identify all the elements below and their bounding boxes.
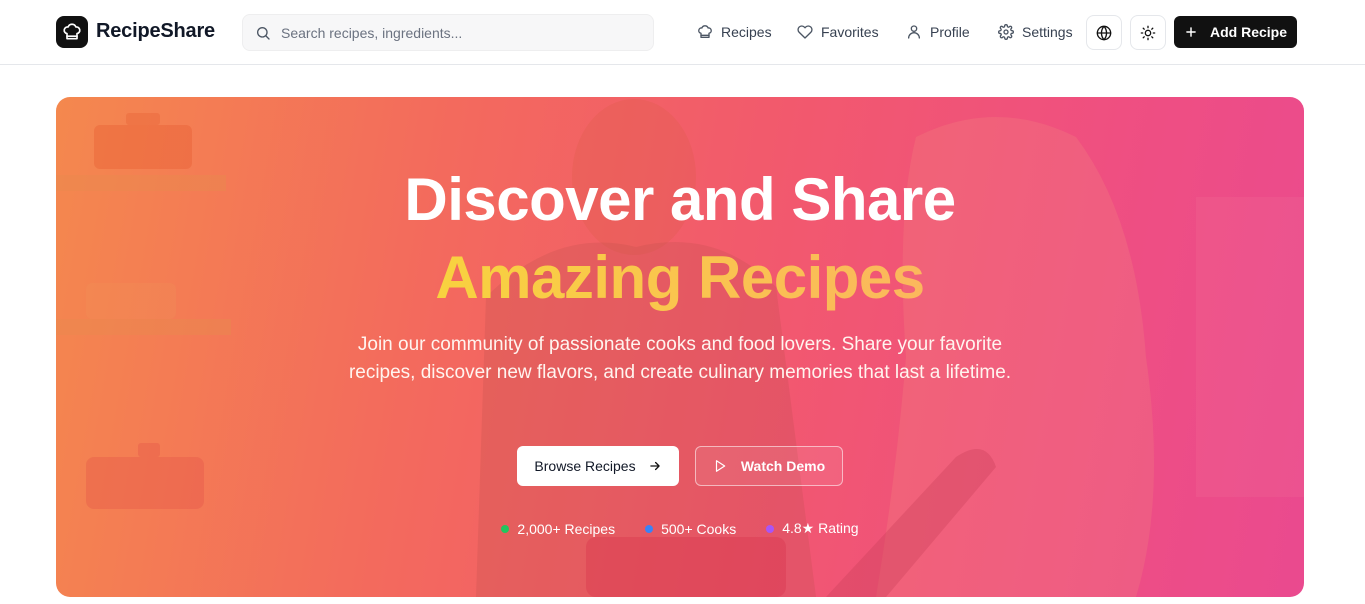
nav-link-favorites[interactable]: Favorites xyxy=(797,22,879,42)
globe-icon xyxy=(1096,25,1112,40)
stat-label: 2,000+ Recipes xyxy=(517,520,616,537)
watch-demo-button[interactable]: Watch Demo xyxy=(695,446,843,486)
hero-title-line2: Amazing Recipes xyxy=(56,243,1304,312)
browse-recipes-button[interactable]: Browse Recipes xyxy=(517,446,679,486)
stat-label: 500+ Cooks xyxy=(661,520,737,537)
nav-label-profile: Profile xyxy=(930,24,970,40)
nav-link-recipes[interactable]: Recipes xyxy=(697,22,772,42)
hero-subtitle: Join our community of passionate cooks a… xyxy=(348,334,1012,383)
gear-icon xyxy=(998,24,1014,40)
arrow-right-icon xyxy=(649,461,660,471)
language-button[interactable] xyxy=(1086,15,1122,50)
chef-hat-icon xyxy=(698,25,712,38)
stat-cooks: 500+ Cooks xyxy=(645,520,736,537)
hero-title-line1: Discover and Share xyxy=(404,166,956,233)
status-dot xyxy=(766,524,775,533)
nav-link-profile[interactable]: Profile xyxy=(906,22,970,42)
plus-icon xyxy=(1186,27,1196,37)
stat-label: 4.8★ Rating xyxy=(782,520,859,536)
add-recipe-button[interactable]: Add Recipe xyxy=(1174,16,1297,48)
search-icon xyxy=(257,26,270,40)
heart-icon xyxy=(797,25,813,39)
search-bar[interactable] xyxy=(242,14,654,51)
browse-recipes-label: Browse Recipes xyxy=(534,458,636,474)
hero-stats: 2,000+ Recipes 500+ Cooks 4.8★ Rating xyxy=(56,520,1304,537)
nav-label-recipes: Recipes xyxy=(721,24,772,40)
nav-link-settings[interactable]: Settings xyxy=(998,22,1073,42)
stat-recipes: 2,000+ Recipes xyxy=(501,520,615,537)
theme-toggle-button[interactable] xyxy=(1130,15,1166,50)
add-recipe-label: Add Recipe xyxy=(1209,24,1287,40)
search-input[interactable] xyxy=(281,24,641,41)
nav-label-favorites: Favorites xyxy=(821,24,879,40)
status-dot xyxy=(501,524,510,533)
status-dot xyxy=(645,524,654,533)
user-icon xyxy=(908,25,920,39)
nav-label-settings: Settings xyxy=(1022,24,1073,40)
top-navbar: RecipeShare Recipes Favorites Profile Se… xyxy=(0,0,1365,65)
hero-banner: Discover and Share Amazing Recipes Join … xyxy=(56,97,1304,597)
brand-name[interactable]: RecipeShare xyxy=(96,20,215,43)
sun-icon xyxy=(1140,25,1156,40)
stat-rating: 4.8★ Rating xyxy=(766,520,859,537)
play-icon xyxy=(715,460,726,472)
hero-title-highlight: Amazing Recipes xyxy=(435,244,925,311)
watch-demo-label: Watch Demo xyxy=(740,458,826,474)
chef-hat-logo-icon[interactable] xyxy=(56,16,88,48)
